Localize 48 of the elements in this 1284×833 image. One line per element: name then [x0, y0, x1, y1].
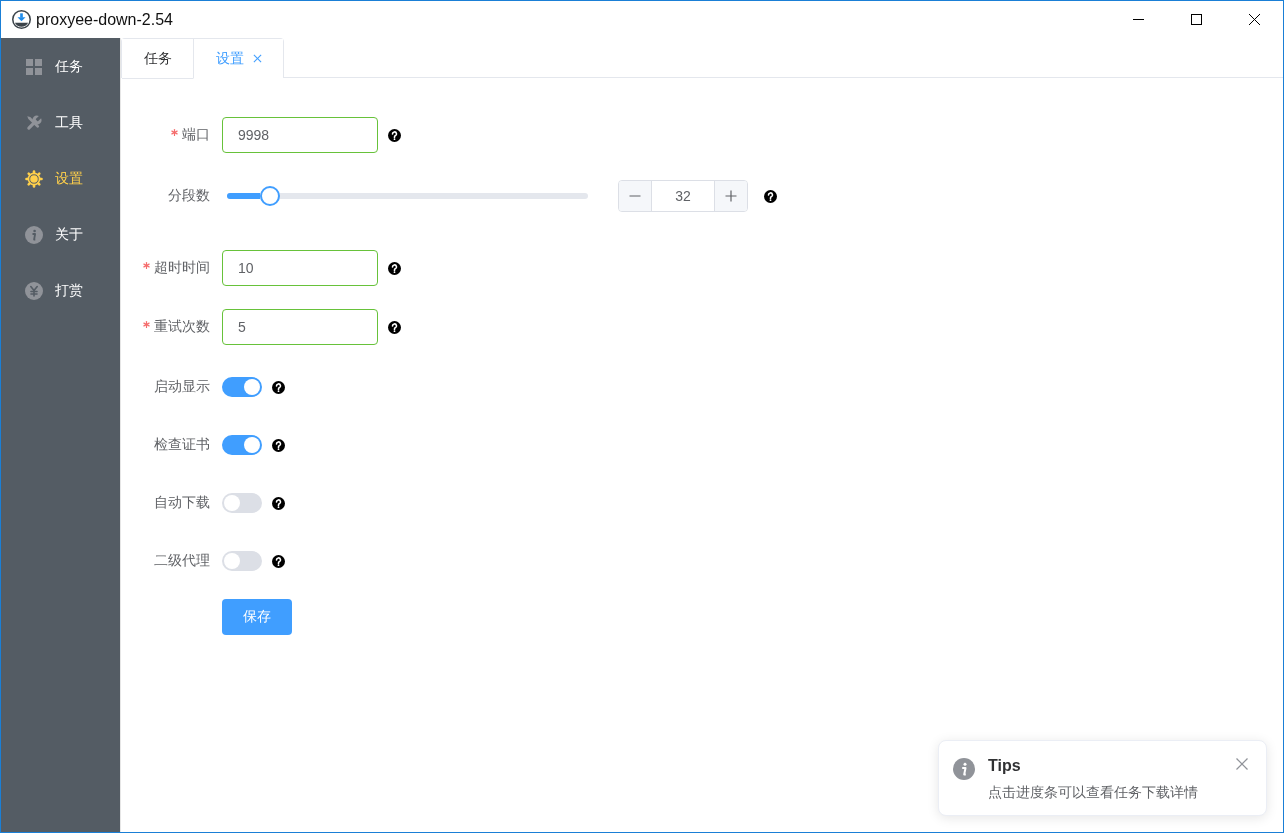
increase-button[interactable] [714, 181, 747, 211]
text-input[interactable]: 5 [222, 309, 378, 345]
info-icon [953, 758, 975, 780]
sidebar-item[interactable]: 打赏 [1, 263, 120, 319]
help-icon[interactable] [272, 380, 285, 394]
plus-icon [725, 190, 737, 202]
help-icon[interactable] [272, 438, 285, 452]
help-icon[interactable] [764, 189, 777, 203]
field-label: 启动显示 [154, 378, 210, 396]
maximize-icon [1190, 14, 1202, 25]
field-label: 重试次数 [154, 318, 210, 336]
field-label: 分段数 [168, 187, 210, 205]
text-input[interactable]: 10 [222, 250, 378, 286]
sidebar-item[interactable]: 工具 [1, 95, 120, 151]
field-label: 检查证书 [154, 436, 210, 454]
yen-icon [25, 282, 43, 300]
help-icon[interactable] [272, 554, 285, 568]
toggle-switch[interactable] [222, 435, 262, 455]
slider-thumb[interactable] [260, 186, 281, 206]
sidebar-item[interactable]: 设置 [1, 151, 120, 207]
help-icon[interactable] [388, 261, 401, 275]
help-icon[interactable] [388, 320, 401, 334]
toggle-switch[interactable] [222, 377, 262, 397]
number-input[interactable]: 32 [618, 180, 748, 212]
help-icon[interactable] [272, 496, 285, 510]
download-logo-icon [12, 10, 31, 29]
sidebar-item[interactable]: 任务 [1, 39, 120, 95]
tools-icon [25, 114, 43, 132]
close-icon [1248, 14, 1260, 25]
decrease-button[interactable] [619, 181, 652, 211]
info-icon [25, 226, 43, 244]
close-icon[interactable] [253, 54, 262, 63]
grid-icon [25, 58, 43, 76]
field-label: 端口 [182, 126, 210, 144]
gear-icon [25, 170, 43, 188]
window-title: proxyee-down-2.54 [36, 10, 173, 29]
notification-title: Tips [988, 756, 1021, 776]
notification-message: 点击进度条可以查看任务下载详情 [988, 783, 1198, 802]
tab[interactable]: 任务 [122, 39, 193, 79]
toggle-switch[interactable] [222, 551, 262, 571]
sidebar-item[interactable]: 关于 [1, 207, 120, 263]
toggle-switch[interactable] [222, 493, 262, 513]
help-icon[interactable] [388, 128, 401, 142]
close-icon[interactable] [1236, 758, 1248, 770]
field-label: 超时时间 [154, 259, 210, 277]
field-label: 二级代理 [154, 552, 210, 570]
text-input[interactable]: 9998 [222, 117, 378, 153]
field-label: 自动下载 [154, 494, 210, 512]
